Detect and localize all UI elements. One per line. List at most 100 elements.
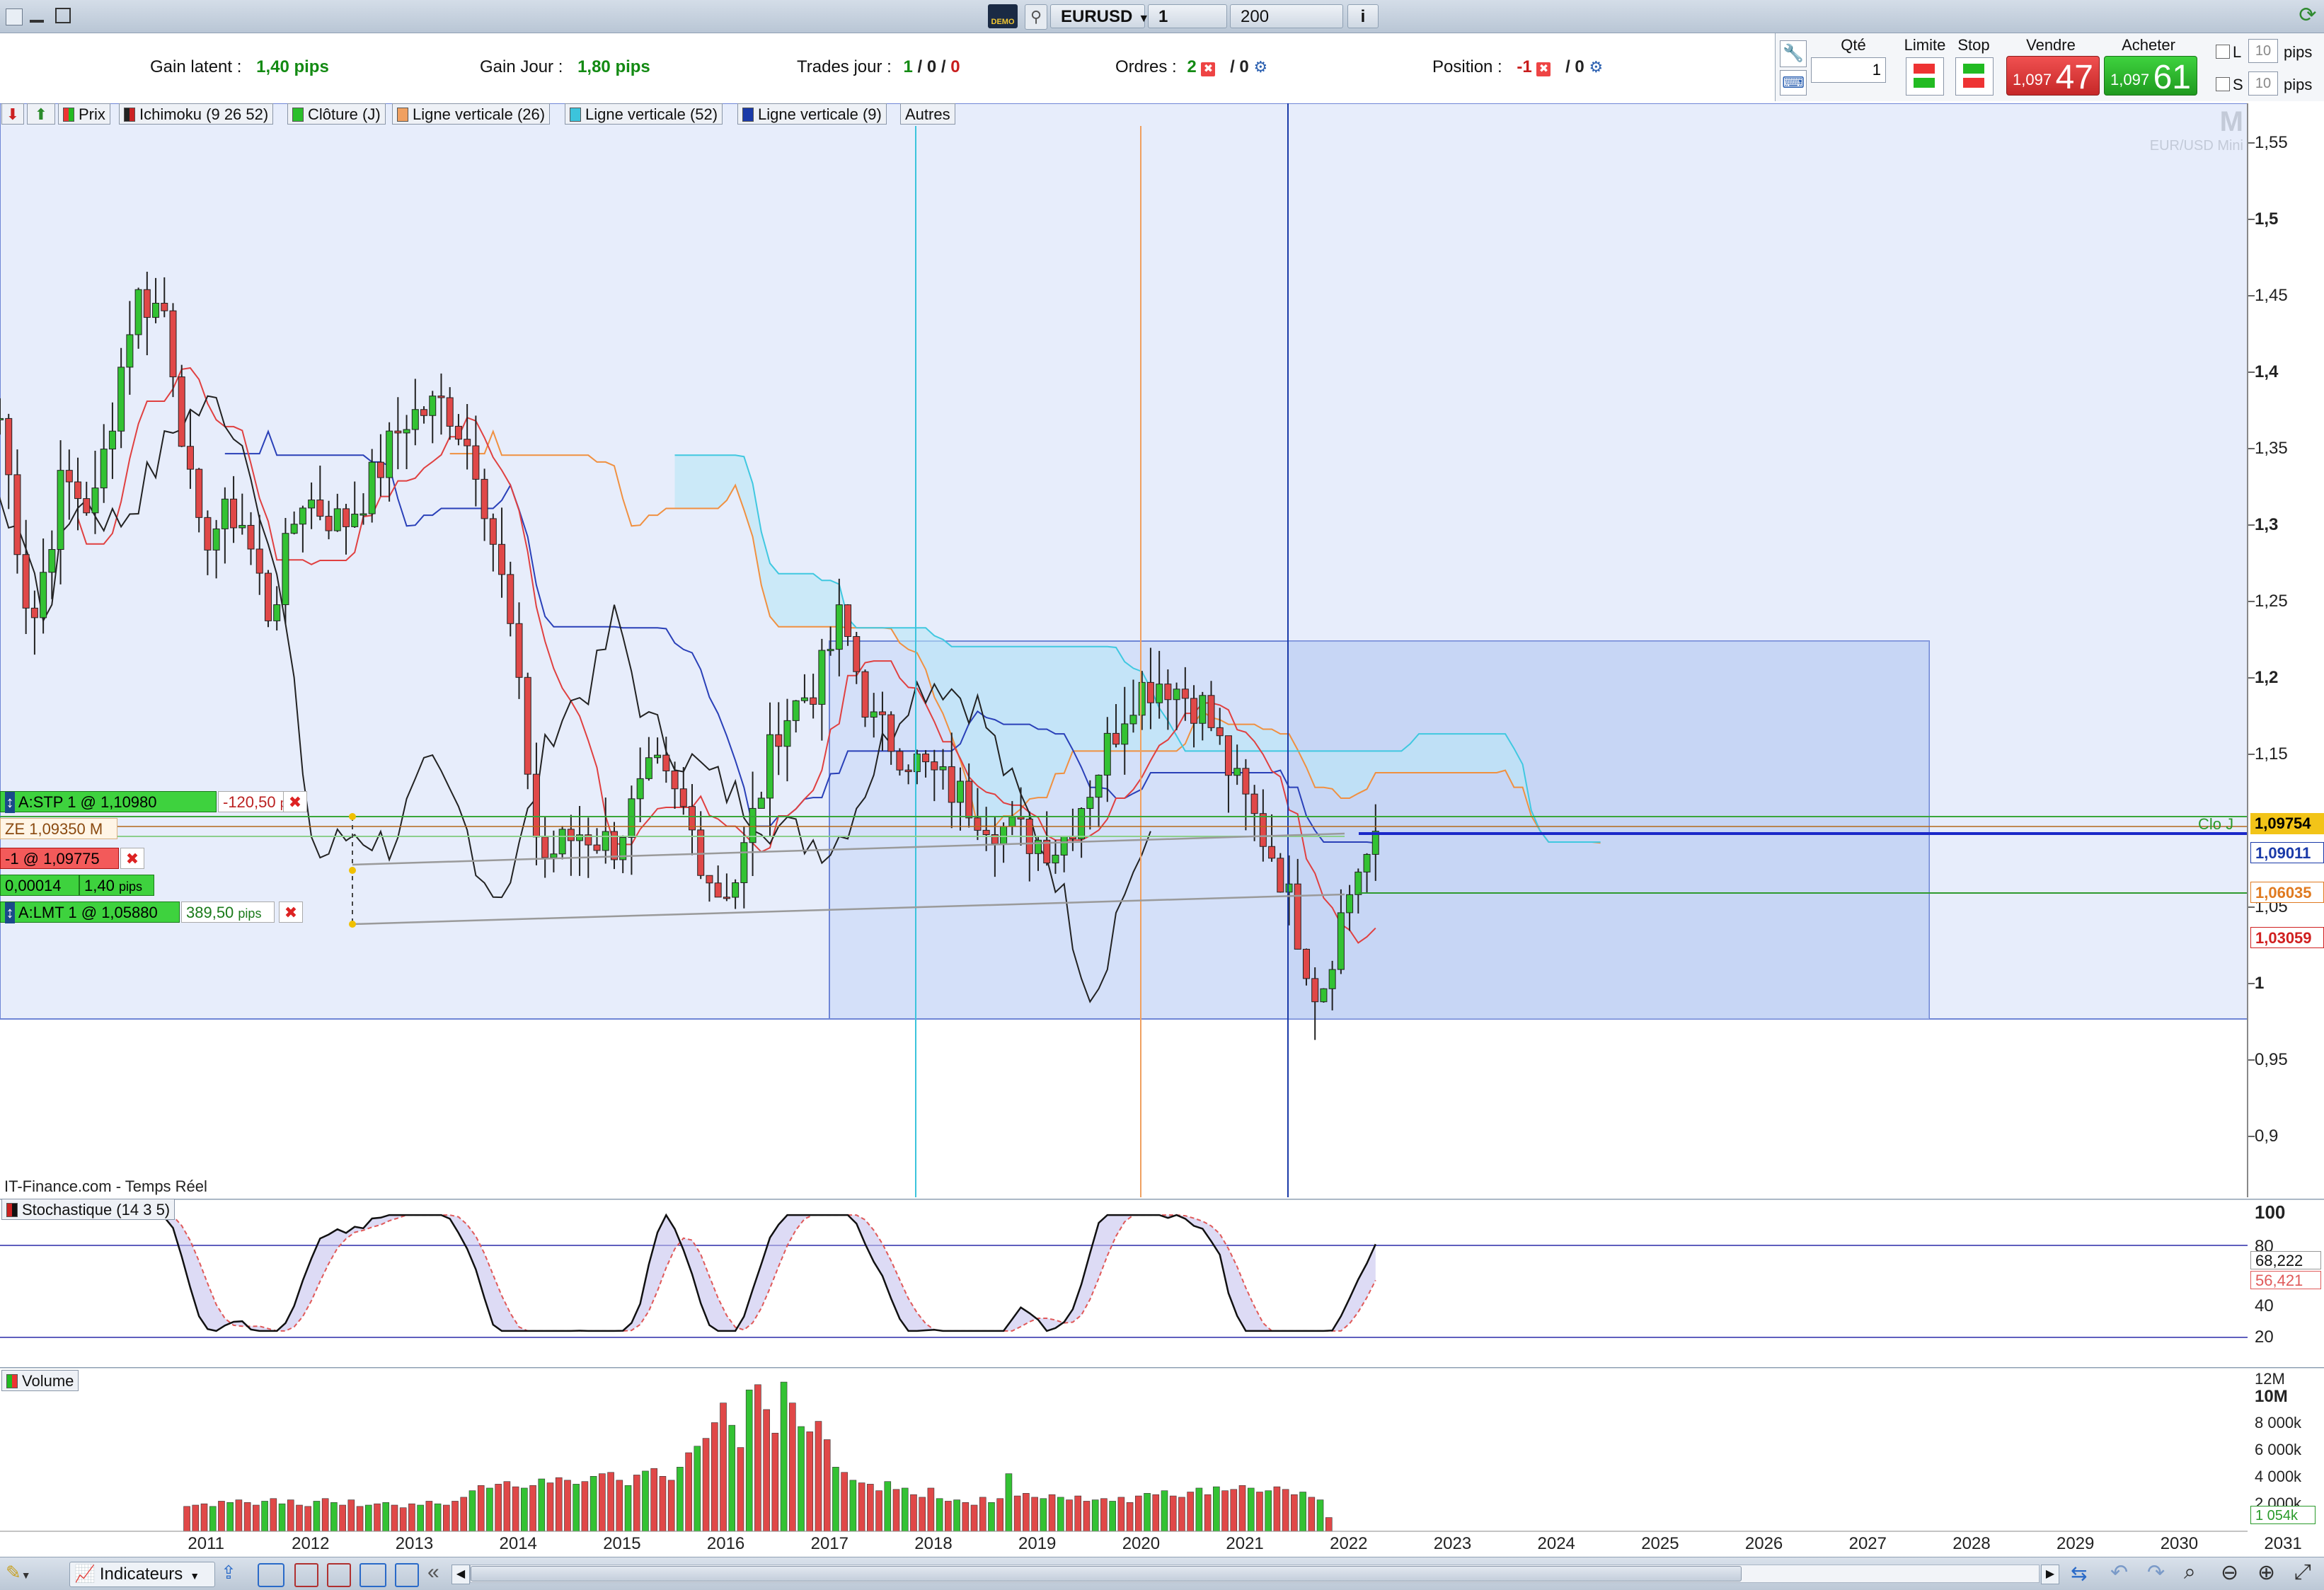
price-tick-label: 1 xyxy=(2255,974,2265,993)
scrollbar-thumb[interactable] xyxy=(471,1566,1742,1582)
legend-others[interactable]: Autres xyxy=(900,103,955,125)
chart-window-icon[interactable] xyxy=(359,1563,386,1587)
candle-body xyxy=(913,754,921,773)
info-button[interactable]: i xyxy=(1347,4,1379,28)
candle-body xyxy=(1311,978,1319,1003)
candle-body xyxy=(290,524,298,534)
limit-order-button[interactable] xyxy=(1906,57,1944,96)
price-tick-label: 0,95 xyxy=(2255,1050,2288,1069)
position-tag[interactable]: -1 @ 1,09775 xyxy=(0,848,119,869)
share-icon[interactable]: ⇪ xyxy=(221,1562,245,1586)
bottom-toolbar: ✎▼ 📈 Indicateurs ▼ ⇪ « ◀ ▶ ⇆ ↶ ↷ ⌕ ⊖ ⊕ ⤢ xyxy=(0,1557,2324,1590)
legend-vline-52[interactable]: Ligne verticale (52) xyxy=(565,103,723,125)
legend-stochastic[interactable]: Stochastique (14 3 5) xyxy=(1,1199,176,1220)
sync-icon[interactable]: ⇆ xyxy=(2071,1562,2087,1585)
trades-count-a: 1 xyxy=(903,57,913,76)
list-icon[interactable] xyxy=(294,1563,318,1587)
chat-icon[interactable] xyxy=(258,1563,284,1587)
indicators-button[interactable]: 📈 Indicateurs ▼ xyxy=(69,1562,215,1587)
close-position-icon[interactable]: ✖ xyxy=(1536,62,1551,76)
stoch-level-20: 20 xyxy=(2255,1327,2274,1347)
position-info-bar: Gain latent : 1,40 pips Gain Jour : 1,80… xyxy=(0,33,1773,101)
gain-jour-value: 1,80 pips xyxy=(577,57,650,76)
candle-body xyxy=(878,711,886,715)
candle-body xyxy=(368,461,376,514)
zoom-fit-icon[interactable]: ⌕ xyxy=(2184,1560,2196,1584)
legend-cloture[interactable]: Clôture (J) xyxy=(287,103,386,125)
table-icon[interactable] xyxy=(327,1563,351,1587)
minimize-window-button[interactable] xyxy=(30,20,44,23)
price-chart[interactable] xyxy=(0,103,2324,1197)
candle-body xyxy=(359,513,367,516)
fullscreen-icon[interactable]: ⤢ xyxy=(2294,1560,2311,1584)
candle-body xyxy=(40,572,47,618)
candle-body xyxy=(602,831,609,851)
close-position-button[interactable]: ✖ xyxy=(120,848,144,869)
candle-body xyxy=(1242,768,1250,795)
close-window-button[interactable] xyxy=(6,8,23,25)
orders-count-b: 0 xyxy=(1239,57,1249,76)
scroll-left-button[interactable]: ◀ xyxy=(451,1565,470,1584)
legend-ichimoku[interactable]: Ichimoku (9 26 52) xyxy=(119,103,274,125)
link-icon[interactable]: ⚲ xyxy=(1025,4,1047,30)
candle-body xyxy=(1103,732,1111,776)
drawing-tools-button[interactable]: ✎▼ xyxy=(6,1562,41,1586)
instrument-selector[interactable]: EURUSD ▼ xyxy=(1050,4,1149,28)
sell-button[interactable]: 1,097 47 xyxy=(2006,56,2100,96)
candle-body xyxy=(1337,912,1345,970)
stochastic-chart[interactable] xyxy=(0,1199,2324,1366)
year-tick-label: 2021 xyxy=(1226,1534,1264,1553)
volume-bar xyxy=(339,1504,346,1532)
candle-body xyxy=(679,788,687,807)
candle-body xyxy=(238,524,246,529)
stop-checkbox[interactable] xyxy=(2216,77,2230,91)
stochastic-icon xyxy=(6,1203,18,1217)
limit-order-tag[interactable]: ↕ A:LMT 1 @ 1,05880 xyxy=(0,901,180,923)
price-tick-label: 1,35 xyxy=(2255,439,2288,458)
limit-pips-input[interactable] xyxy=(2248,39,2278,63)
limit-checkbox[interactable] xyxy=(2216,45,2230,59)
refresh-icon[interactable]: ⟳ xyxy=(2296,3,2320,28)
position-settings-icon[interactable]: ⚙ xyxy=(1589,58,1603,76)
zoom-in-icon[interactable]: ⊕ xyxy=(2257,1560,2275,1585)
quantity-input[interactable] xyxy=(1811,57,1886,83)
wrench-button[interactable]: 🔧 xyxy=(1780,40,1807,67)
collapse-left-icon[interactable]: « xyxy=(427,1560,439,1584)
keyboard-button[interactable]: ⌨ xyxy=(1780,70,1807,96)
horizontal-scrollbar-track[interactable] xyxy=(470,1565,2040,1583)
volume-bar xyxy=(1048,1494,1056,1532)
period-selector[interactable]: 1 mois▼ xyxy=(1148,4,1227,50)
legend-vline-9[interactable]: Ligne verticale (9) xyxy=(737,103,887,125)
chart-options-button[interactable]: ⬆ xyxy=(27,103,55,125)
volume-bar xyxy=(1187,1492,1194,1532)
cancel-limit-order-button[interactable]: ✖ xyxy=(279,901,303,923)
buy-button[interactable]: 1,097 61 xyxy=(2104,56,2197,96)
year-tick-label: 2018 xyxy=(914,1534,953,1553)
candle-body xyxy=(343,508,350,527)
stop-order-button[interactable] xyxy=(1955,57,1994,96)
add-indicator-button[interactable]: ⬇ xyxy=(1,103,24,125)
orders-settings-icon[interactable]: ⚙ xyxy=(1253,58,1267,76)
cancel-stop-order-button[interactable]: ✖ xyxy=(283,791,307,812)
candle-body xyxy=(870,711,878,718)
candle-body xyxy=(1156,684,1163,703)
cancel-orders-icon[interactable]: ✖ xyxy=(1201,62,1216,76)
stop-pips-input[interactable] xyxy=(2248,71,2278,96)
stop-order-tag[interactable]: ↕ A:STP 1 @ 1,10980 xyxy=(0,791,217,813)
units-selector[interactable]: 200 unités▼ xyxy=(1230,4,1343,50)
layout-icon[interactable] xyxy=(395,1563,419,1587)
undo-icon[interactable]: ↶ xyxy=(2110,1560,2128,1585)
candle-body xyxy=(22,554,30,609)
scroll-right-button[interactable]: ▶ xyxy=(2041,1565,2059,1584)
volume-bar xyxy=(1161,1490,1168,1532)
candle-body xyxy=(472,445,480,480)
legend-price[interactable]: Prix xyxy=(58,103,110,125)
legend-volume[interactable]: Volume xyxy=(1,1370,79,1391)
legend-vline-26[interactable]: Ligne verticale (26) xyxy=(392,103,551,125)
redo-icon[interactable]: ↷ xyxy=(2147,1560,2165,1585)
maximize-window-button[interactable] xyxy=(55,8,71,23)
zoom-out-icon[interactable]: ⊖ xyxy=(2221,1560,2238,1585)
candle-body xyxy=(1052,854,1059,864)
volume-chart[interactable] xyxy=(0,1367,2324,1533)
year-tick-label: 2016 xyxy=(706,1534,745,1553)
